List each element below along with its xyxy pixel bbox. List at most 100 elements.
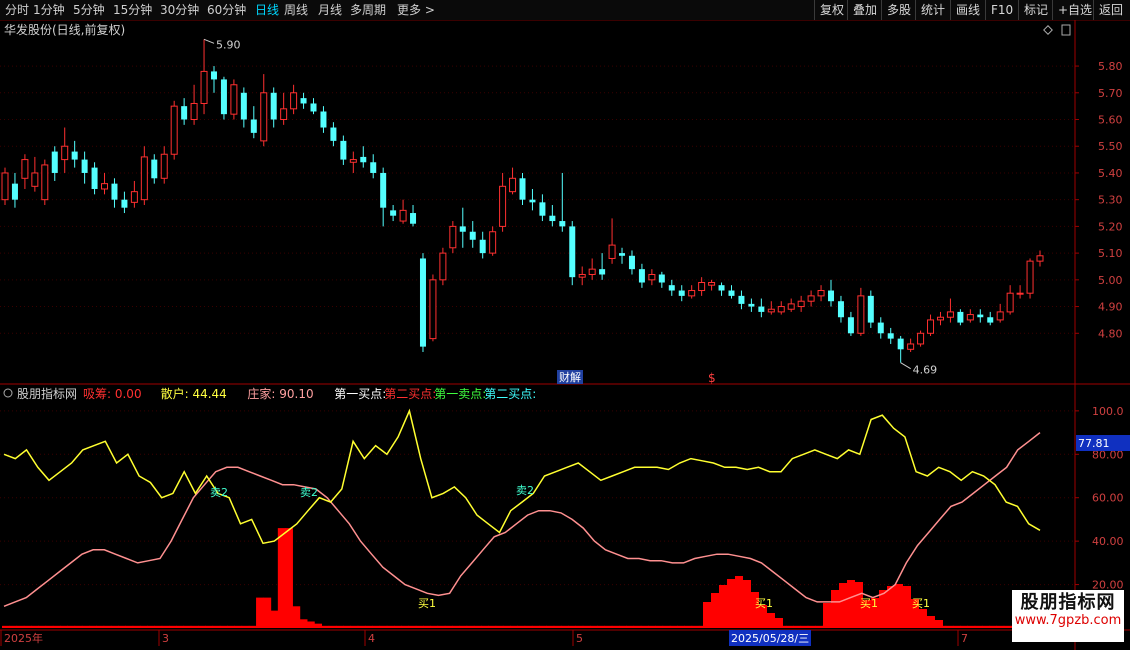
accum-bar <box>575 625 584 628</box>
accum-bar <box>423 625 431 628</box>
legend-item-5: 第一卖点: <box>434 387 486 401</box>
candle-body <box>230 84 238 115</box>
ind-ytick-label-2: 60.00 <box>1092 492 1124 505</box>
watermark-url: www.7gpzb.com <box>1014 613 1122 628</box>
accum-bar <box>743 580 751 628</box>
ytick-label-10: 4.80 <box>1098 327 1123 340</box>
accum-bar <box>321 625 330 628</box>
candle-body <box>738 295 745 304</box>
candle-body <box>479 239 486 254</box>
accum-bar <box>350 625 359 628</box>
accum-bar <box>227 625 235 628</box>
accum-bar <box>335 625 344 628</box>
accum-bar <box>205 625 214 628</box>
candle-body <box>210 71 217 80</box>
accum-bar <box>895 584 903 628</box>
candle-body <box>300 98 307 104</box>
candle-body <box>787 303 795 310</box>
accum-bar <box>379 625 388 628</box>
accum-bar <box>161 625 170 628</box>
candle-body <box>539 202 546 216</box>
candle-body <box>519 178 526 200</box>
candle-body <box>847 317 854 334</box>
accum-bar <box>847 580 855 628</box>
accum-bar <box>306 621 315 628</box>
accum-bar <box>560 625 569 628</box>
accum-bar <box>277 528 286 628</box>
candle-body <box>101 183 109 190</box>
candle-body <box>240 92 247 120</box>
candle-body <box>549 215 556 222</box>
accum-bar <box>546 625 555 628</box>
candle-body <box>280 108 288 121</box>
candle-body <box>130 191 138 203</box>
accum-bar <box>452 625 460 628</box>
candle-body <box>638 269 645 283</box>
accum-bar <box>669 625 678 628</box>
main-title: 华发股份(日线,前复权) <box>4 22 125 37</box>
ytick-label-8: 5.00 <box>1098 274 1123 287</box>
accum-bar <box>1003 625 1012 628</box>
accum-bar <box>989 625 998 628</box>
accum-bar <box>831 590 839 628</box>
dollar-marker: $ <box>708 371 716 385</box>
candle-body <box>1 172 9 201</box>
ytick-label-4: 5.40 <box>1098 167 1123 180</box>
candle-body <box>996 311 1004 321</box>
accum-bar <box>839 583 847 628</box>
accum-bar <box>823 603 831 628</box>
candle-body <box>887 333 894 339</box>
ind-ytick-label-3: 40.00 <box>1092 535 1124 548</box>
candle-body <box>349 159 357 163</box>
accum-bar <box>719 585 727 628</box>
candle-body <box>140 156 148 201</box>
candle-body <box>817 290 825 297</box>
candle-body <box>160 153 168 179</box>
candle-body <box>91 167 98 189</box>
ytick-label-2: 5.60 <box>1098 114 1123 127</box>
candle-body <box>797 300 805 308</box>
candle-body <box>619 253 626 256</box>
candle-body <box>718 285 725 291</box>
legend-item-6: 第二买点: <box>484 387 536 401</box>
candle-body <box>907 343 915 350</box>
accum-bar <box>517 625 526 628</box>
accum-bar <box>132 625 141 628</box>
candle-body <box>728 290 735 296</box>
caijie-marker: 财解 <box>559 370 581 384</box>
accum-bar <box>16 625 25 628</box>
candle-body <box>11 183 18 200</box>
accum-bar <box>219 625 228 628</box>
accum-bar <box>589 625 598 628</box>
ytick-label-5: 5.30 <box>1098 194 1123 207</box>
accum-bar <box>735 576 743 628</box>
sell-label-2: 卖2 <box>516 484 534 497</box>
accum-bar <box>147 625 156 628</box>
accum-bar <box>74 625 83 628</box>
candle-body <box>509 177 517 193</box>
accum-bar <box>248 625 257 628</box>
candle-body <box>390 210 397 216</box>
candle-body <box>688 290 696 297</box>
candle-body <box>777 306 785 313</box>
ind-ytick-label-0: 100.0 <box>1092 405 1124 418</box>
candle-body <box>310 103 317 112</box>
candle-body <box>459 226 466 232</box>
accum-bar <box>67 625 76 628</box>
accum-bar <box>328 625 337 628</box>
ytick-label-9: 4.90 <box>1098 301 1123 314</box>
accum-bar <box>176 625 185 628</box>
accum-bar <box>60 625 68 628</box>
accum-bar <box>118 625 126 628</box>
accum-bar <box>640 625 649 628</box>
candle-body <box>529 199 536 203</box>
candle-body <box>111 183 118 200</box>
candle-body <box>499 185 507 227</box>
candle-body <box>380 172 387 208</box>
accum-bar <box>481 625 489 628</box>
candle-body <box>648 273 656 281</box>
accum-bar <box>495 625 504 628</box>
accum-bar <box>393 625 402 628</box>
legend-item-0: 吸筹: 0.00 <box>83 387 142 401</box>
accum-bar <box>285 528 293 628</box>
